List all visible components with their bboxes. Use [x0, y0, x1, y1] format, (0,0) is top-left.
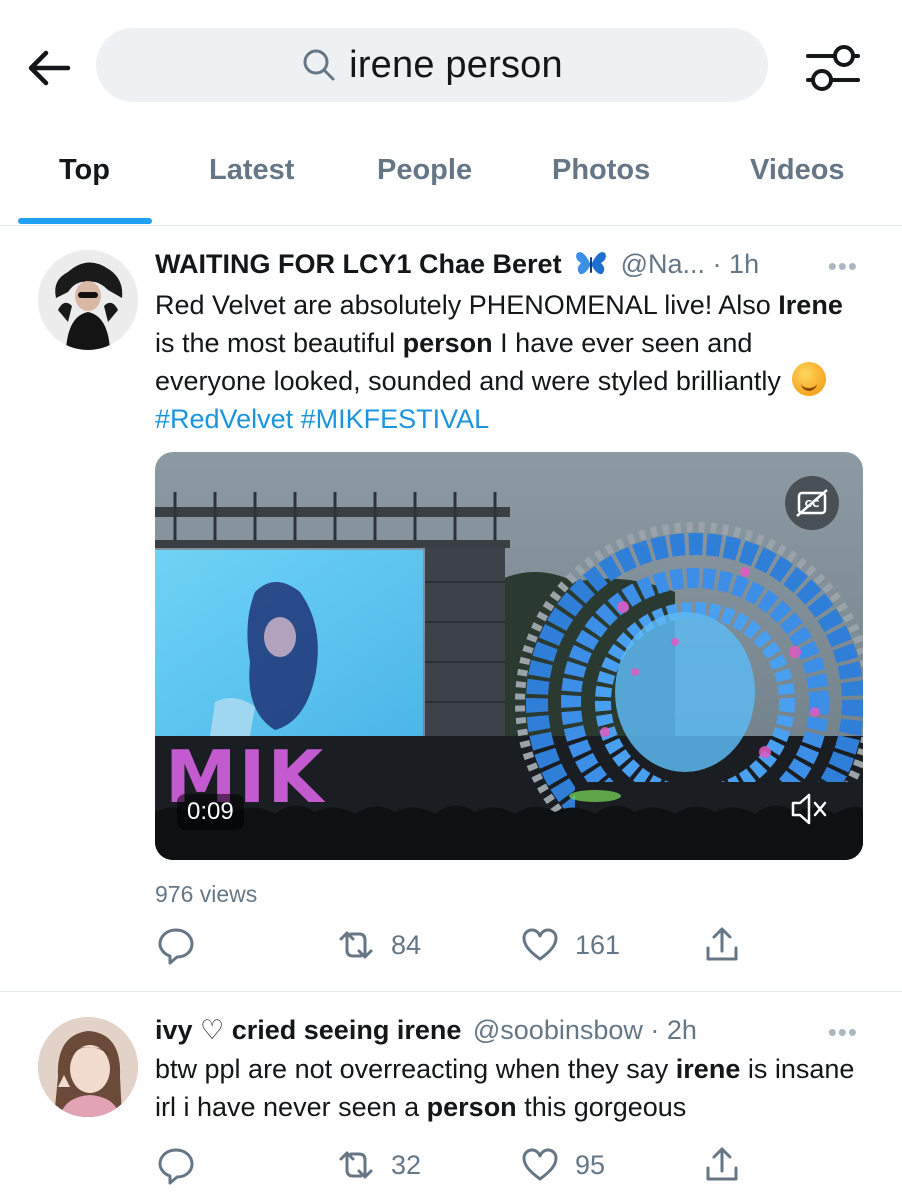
author-name[interactable]: WAITING FOR LCY1 Chae Beret — [155, 249, 562, 279]
reply-icon — [158, 928, 194, 965]
retweet-button[interactable]: 32 — [335, 1140, 421, 1190]
author-handle[interactable]: @soobinsbow — [473, 1015, 643, 1045]
like-button[interactable]: 161 — [519, 920, 620, 970]
tab-latest[interactable]: Latest — [209, 154, 294, 187]
timestamp[interactable]: 2h — [667, 1015, 697, 1045]
video-player[interactable]: MIK CC 0 — [155, 452, 863, 860]
share-icon — [706, 1147, 738, 1181]
author-handle[interactable]: @Na... — [621, 249, 705, 279]
share-button[interactable] — [701, 1140, 743, 1190]
timestamp[interactable]: 1h — [729, 249, 759, 279]
heart-icon — [522, 1148, 558, 1181]
tab-people[interactable]: People — [377, 154, 472, 187]
retweet-icon — [339, 1151, 373, 1179]
more-options-icon[interactable]: ••• — [828, 253, 858, 279]
like-button[interactable]: 95 — [519, 1140, 605, 1190]
reply-icon — [158, 1148, 194, 1185]
tweet-text-segment: is the most beautiful — [155, 327, 403, 358]
concert-video-thumbnail: MIK — [155, 452, 863, 860]
separator: · — [712, 249, 730, 279]
closed-captions-icon: CC — [796, 489, 828, 517]
hashtag-link[interactable]: #RedVelvet — [155, 404, 293, 434]
share-button[interactable] — [701, 920, 743, 970]
back-arrow-icon[interactable] — [22, 40, 78, 96]
hashtag-link[interactable]: #MIKFESTIVAL — [301, 404, 490, 434]
search-keyword: Irene — [778, 290, 843, 320]
tab-top[interactable]: Top — [59, 154, 110, 187]
tweet-header: WAITING FOR LCY1 Chae Beret @Na... · 1h — [155, 249, 875, 285]
reply-button[interactable] — [155, 920, 197, 970]
search-keyword: person — [402, 327, 493, 358]
retweet-button[interactable]: 84 — [335, 920, 421, 970]
search-icon — [303, 49, 335, 81]
search-input[interactable]: irene person — [96, 28, 768, 102]
tweet[interactable]: WAITING FOR LCY1 Chae Beret @Na... · 1h … — [0, 227, 902, 992]
tweet-actions: 32 95 — [155, 1140, 855, 1190]
tweet-header: ivy ♡ cried seeing irene @soobinsbow · 2… — [155, 1015, 875, 1051]
retweet-icon — [339, 931, 373, 959]
smiling-face-with-hearts-icon — [792, 362, 827, 396]
more-options-icon[interactable]: ••• — [828, 1019, 858, 1045]
search-keyword: irene — [675, 1054, 741, 1084]
search-tabs: Top Latest People Photos Videos — [0, 130, 902, 226]
tweet-text-segment: this gorgeous — [516, 1091, 687, 1122]
like-count: 161 — [575, 929, 621, 960]
tweet-text: Red Velvet are absolutely PHENOMENAL liv… — [155, 287, 867, 438]
active-tab-indicator — [18, 218, 152, 224]
tweet[interactable]: ivy ♡ cried seeing irene @soobinsbow · 2… — [0, 993, 902, 1200]
tab-photos[interactable]: Photos — [552, 154, 650, 187]
mute-icon[interactable] — [787, 786, 833, 832]
top-bar: irene person — [0, 0, 902, 130]
reply-button[interactable] — [155, 1140, 197, 1190]
tweet-text-segment: btw ppl are not overreacting when they s… — [155, 1054, 676, 1084]
tab-videos[interactable]: Videos — [750, 154, 845, 187]
separator: · — [650, 1015, 667, 1045]
view-count: 976 views — [155, 881, 258, 907]
video-duration: 0:09 — [177, 794, 244, 830]
tweet-text-segment: Red Velvet are absolutely PHENOMENAL liv… — [155, 290, 771, 320]
author-name[interactable]: ivy ♡ cried seeing irene — [155, 1015, 461, 1045]
search-keyword: person — [426, 1091, 517, 1122]
search-filter-icon[interactable] — [800, 38, 866, 98]
avatar[interactable] — [38, 250, 138, 350]
butterfly-icon — [575, 249, 607, 277]
closed-captions-button[interactable]: CC — [785, 476, 839, 530]
heart-icon — [522, 928, 558, 961]
search-query-text: irene person — [349, 43, 563, 86]
retweet-count: 32 — [391, 1149, 422, 1180]
share-icon — [706, 927, 738, 961]
like-count: 95 — [575, 1149, 606, 1180]
retweet-count: 84 — [391, 929, 422, 960]
avatar[interactable] — [38, 1017, 138, 1117]
tweet-text: btw ppl are not overreacting when they s… — [155, 1051, 867, 1126]
tweet-actions: 84 161 — [155, 920, 855, 970]
